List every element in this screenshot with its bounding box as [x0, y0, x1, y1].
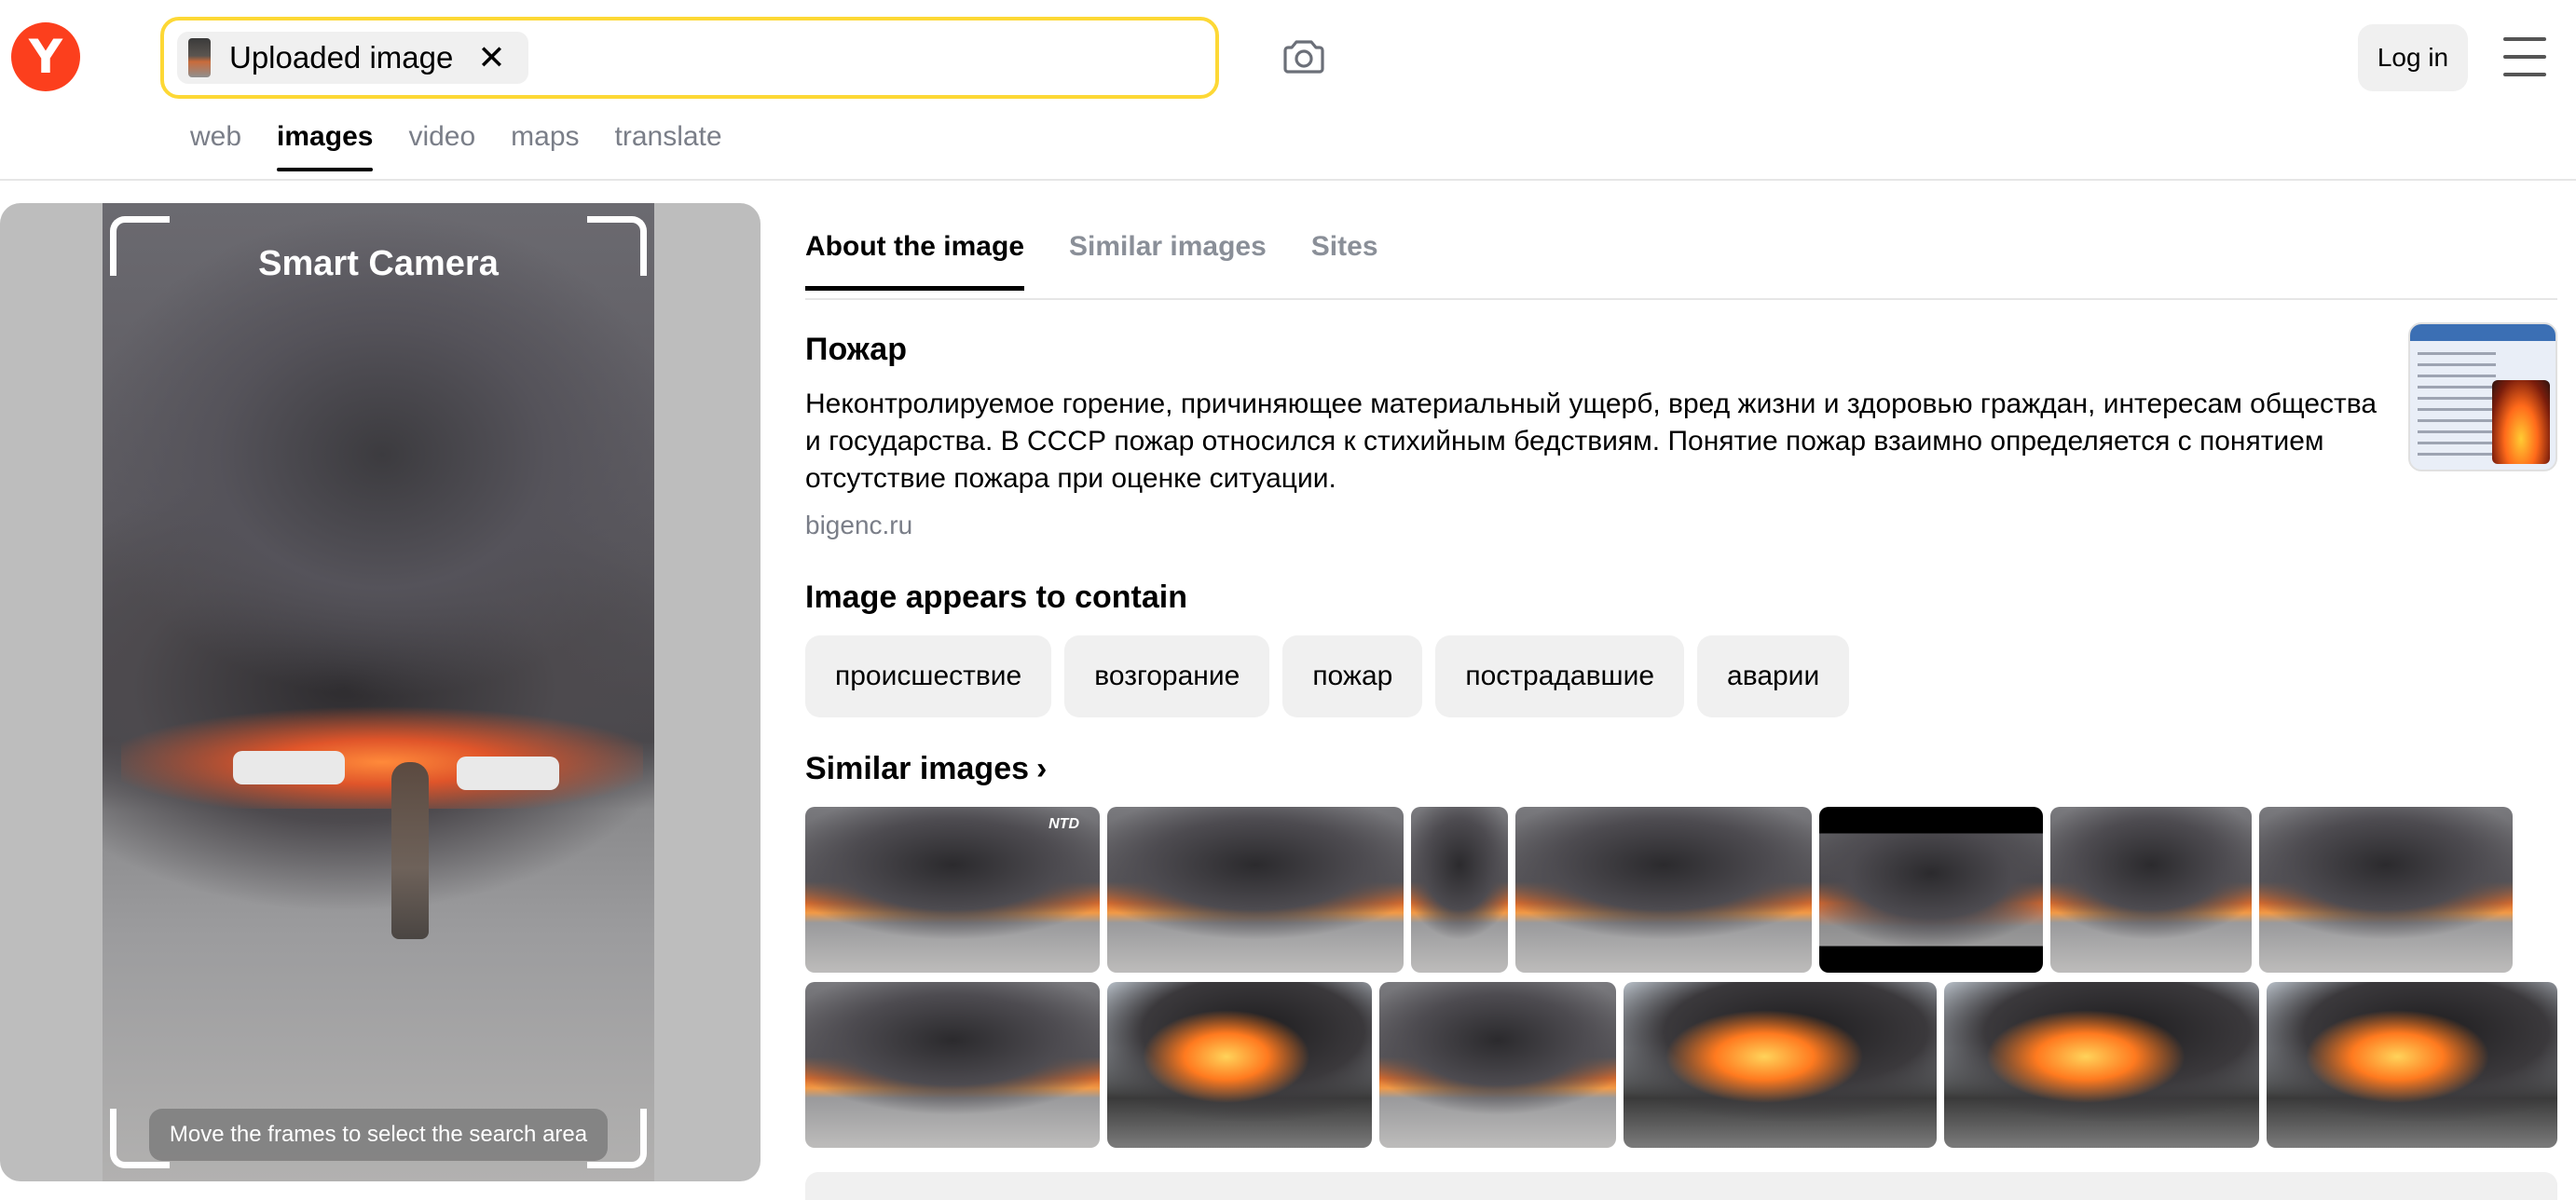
similar-image-thumb[interactable] [805, 982, 1100, 1148]
nav-item-video[interactable]: video [408, 121, 475, 171]
tab-sites[interactable]: Sites [1311, 231, 1378, 291]
nav-item-translate[interactable]: translate [615, 121, 722, 171]
similar-images-row [805, 982, 2557, 1148]
similar-image-thumb[interactable] [1107, 982, 1372, 1148]
tab-about-image[interactable]: About the image [805, 231, 1025, 291]
nav-item-images[interactable]: images [277, 121, 374, 171]
similar-image-thumb[interactable] [1515, 807, 1812, 973]
logo-letter: Y [28, 30, 63, 84]
chevron-right-icon: › [1036, 751, 1048, 786]
uploaded-photo [103, 203, 654, 1181]
entity-title[interactable]: Пожар [805, 332, 907, 368]
thumbnail-fire [2492, 380, 2550, 464]
similar-image-thumb[interactable] [1411, 807, 1508, 973]
photo-person [391, 762, 429, 939]
nav-item-web[interactable]: web [190, 121, 241, 171]
photo-car [457, 757, 559, 790]
thumbnail-text-lines [2418, 352, 2496, 464]
yandex-logo[interactable]: Y [11, 22, 80, 91]
ntd-watermark: NTD [1048, 816, 1079, 832]
contains-heading: Image appears to contain [805, 580, 1187, 615]
similar-images-heading: Similar images [805, 751, 1030, 786]
nav-item-maps[interactable]: maps [511, 121, 579, 171]
uploaded-image-thumbnail [188, 38, 211, 77]
entity-thumbnail[interactable] [2408, 322, 2557, 471]
similar-image-thumb[interactable] [1944, 982, 2259, 1148]
similar-image-thumb[interactable]: NTD [805, 807, 1100, 973]
next-section-strip [805, 1172, 2557, 1200]
entity-description: Неконтролируемое горение, причиняющее ма… [805, 389, 2377, 494]
similar-image-thumb[interactable] [1819, 807, 2043, 973]
tag-chip[interactable]: возгорание [1064, 635, 1270, 717]
tag-chip[interactable]: происшествие [805, 635, 1052, 717]
similar-image-thumb[interactable] [1379, 982, 1616, 1148]
header: Y Uploaded image ✕ Log in web images vid… [0, 0, 2576, 181]
tag-chip[interactable]: пострадавшие [1435, 635, 1685, 717]
crop-hint: Move the frames to select the search are… [149, 1109, 608, 1161]
close-icon[interactable]: ✕ [477, 41, 505, 75]
similar-image-thumb[interactable] [1624, 982, 1937, 1148]
menu-line [2503, 73, 2546, 76]
similar-image-thumb[interactable] [2267, 982, 2557, 1148]
hamburger-menu-icon[interactable] [2503, 37, 2546, 76]
tag-chip[interactable]: аварии [1697, 635, 1850, 717]
similar-images-link[interactable]: Similar images › [805, 751, 1047, 787]
similar-images-row: NTD [805, 807, 2513, 973]
tabs-divider [805, 298, 2557, 300]
similar-image-thumb[interactable] [2259, 807, 2513, 973]
service-nav: web images video maps translate [190, 121, 758, 171]
menu-line [2503, 55, 2546, 59]
photo-car [233, 751, 345, 784]
similar-image-thumb[interactable] [2050, 807, 2252, 973]
tag-list: происшествие возгорание пожар пострадавш… [805, 635, 1862, 717]
menu-line [2503, 37, 2546, 41]
search-box[interactable]: Uploaded image ✕ [160, 17, 1219, 99]
tag-chip[interactable]: пожар [1282, 635, 1423, 717]
smart-camera-title: Smart Camera [258, 244, 499, 283]
smart-camera-panel: Smart Camera Move the frames to select t… [0, 203, 760, 1181]
tab-similar-images[interactable]: Similar images [1069, 231, 1267, 291]
camera-icon-svg [1283, 40, 1324, 74]
entity-source-link[interactable]: bigenc.ru [805, 511, 912, 540]
similar-image-thumb[interactable] [1107, 807, 1404, 973]
camera-search-icon[interactable] [1281, 34, 1327, 80]
login-button[interactable]: Log in [2358, 24, 2468, 91]
uploaded-image-label: Uploaded image [229, 40, 454, 75]
uploaded-image-chip[interactable]: Uploaded image ✕ [177, 32, 528, 84]
result-tabs: About the image Similar images Sites [805, 231, 1423, 291]
